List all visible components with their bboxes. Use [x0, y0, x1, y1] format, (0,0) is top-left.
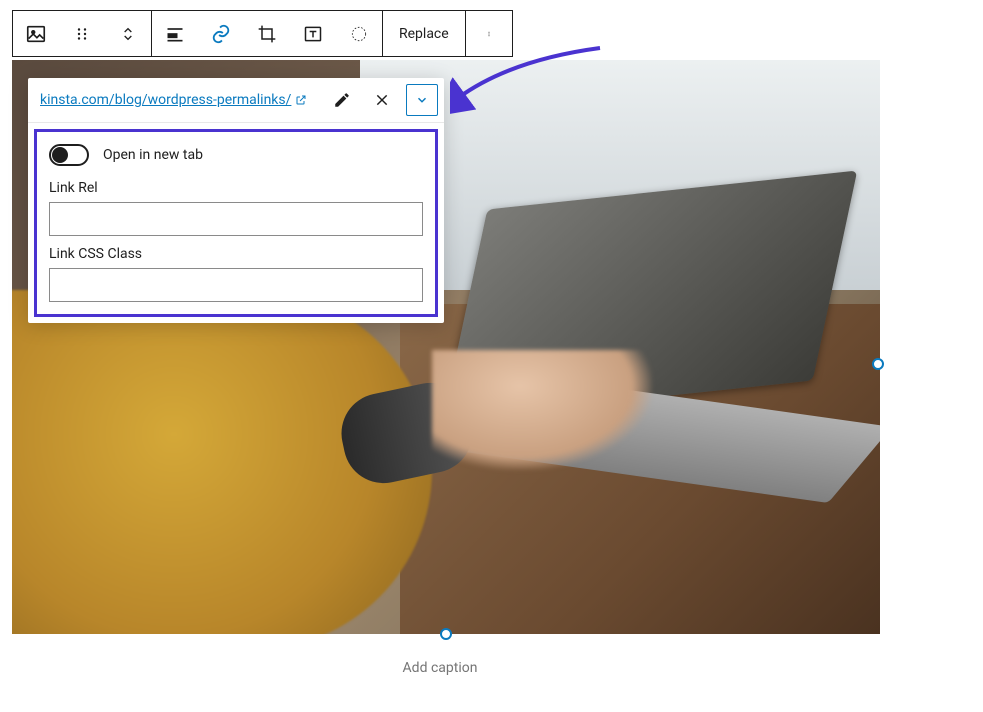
link-url[interactable]: kinsta.com/blog/wordpress-permalinks/ — [40, 92, 318, 108]
open-new-tab-row: Open in new tab — [49, 144, 423, 166]
image-caption-input[interactable]: Add caption — [0, 660, 880, 676]
edit-link-button[interactable] — [326, 84, 358, 116]
link-popover-header: kinsta.com/blog/wordpress-permalinks/ — [28, 78, 444, 123]
link-rel-input[interactable] — [49, 202, 423, 236]
expand-link-settings-button[interactable] — [406, 84, 438, 116]
crop-button[interactable] — [244, 11, 290, 56]
caption-placeholder: Add caption — [403, 660, 478, 676]
chevron-down-icon — [415, 93, 429, 107]
photo-hand — [432, 350, 652, 470]
duotone-button[interactable] — [336, 11, 382, 56]
link-rel-label: Link Rel — [49, 180, 423, 196]
pencil-icon — [333, 91, 351, 109]
resize-handle-right[interactable] — [872, 358, 884, 370]
close-icon — [374, 92, 390, 108]
open-new-tab-toggle[interactable] — [49, 144, 89, 166]
open-new-tab-label: Open in new tab — [103, 147, 203, 163]
replace-button[interactable]: Replace — [383, 11, 465, 56]
block-type-image-button[interactable] — [13, 11, 59, 56]
link-button[interactable] — [198, 11, 244, 56]
move-button[interactable] — [105, 11, 151, 56]
block-toolbar: Replace — [12, 10, 513, 57]
drag-handle-button[interactable] — [59, 11, 105, 56]
link-url-text: kinsta.com/blog/wordpress-permalinks/ — [40, 92, 291, 108]
link-css-class-input[interactable] — [49, 268, 423, 302]
replace-label: Replace — [399, 26, 449, 42]
link-settings-popover: kinsta.com/blog/wordpress-permalinks/ Op… — [28, 78, 444, 323]
resize-handle-bottom[interactable] — [440, 628, 452, 640]
text-overlay-button[interactable] — [290, 11, 336, 56]
link-advanced-settings: Open in new tab Link Rel Link CSS Class — [34, 129, 438, 317]
align-button[interactable] — [152, 11, 198, 56]
more-options-button[interactable] — [466, 11, 512, 56]
link-css-class-label: Link CSS Class — [49, 246, 423, 262]
remove-link-button[interactable] — [366, 84, 398, 116]
external-link-icon — [295, 94, 307, 106]
